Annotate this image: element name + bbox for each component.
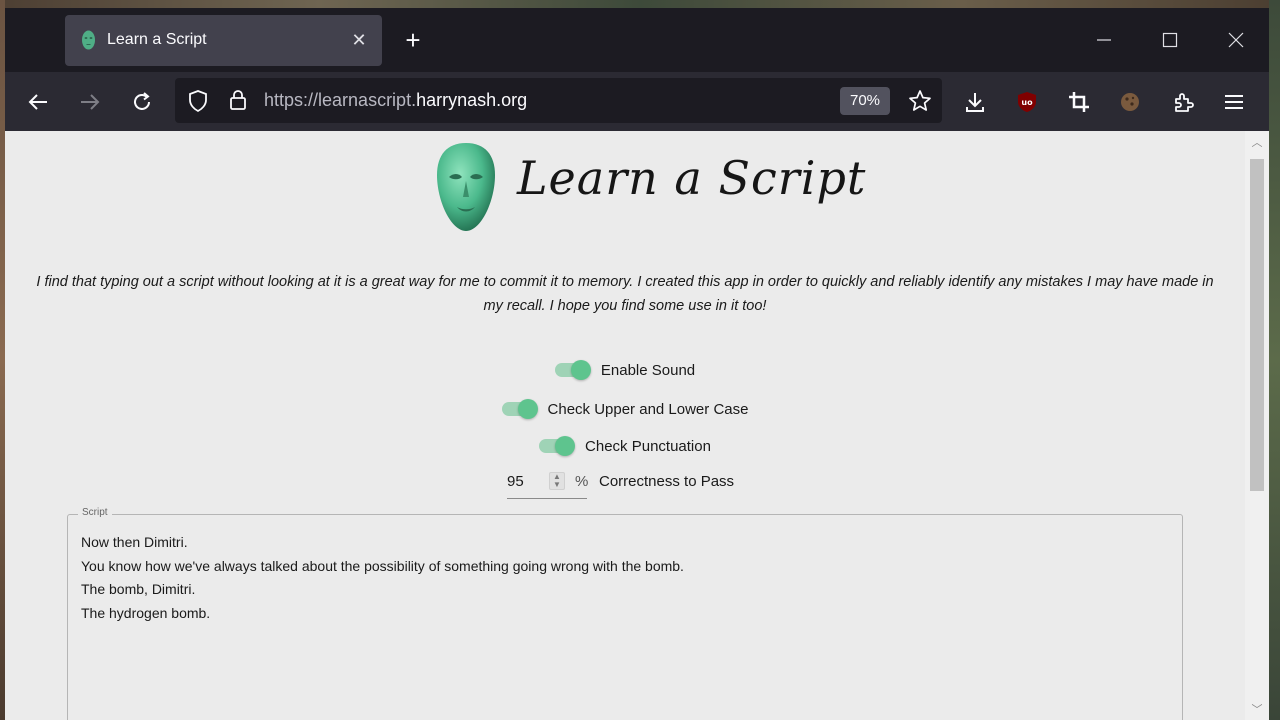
desktop-background-top [0,0,1280,8]
back-arrow-icon[interactable] [21,85,55,119]
ublock-origin-icon[interactable]: uo [1010,85,1044,119]
url-domain: harrynash.org [416,90,528,110]
bookmark-star-icon[interactable] [908,89,932,113]
forward-arrow-icon[interactable] [73,85,107,119]
close-window-icon[interactable] [1216,24,1256,56]
check-punctuation-label: Check Punctuation [585,437,711,455]
navigation-toolbar: https://learnascript.harrynash.org 70% u… [5,72,1269,131]
check-punctuation-toggle[interactable] [539,434,577,458]
intro-paragraph: I find that typing out a script without … [36,274,1214,314]
green-mask-logo-icon [437,143,495,231]
new-tab-plus-icon[interactable]: + [397,26,429,58]
url-text: https://learnascript.harrynash.org [264,90,527,111]
tab-learn-a-script[interactable]: Learn a Script ✕ [65,15,382,66]
crop-tool-icon[interactable] [1062,85,1096,119]
number-spinner-icon[interactable]: ▲ ▼ [549,472,565,490]
browser-window: Learn a Script ✕ + https://learnascript.… [5,8,1269,720]
minimize-icon[interactable] [1084,24,1124,56]
tab-strip: Learn a Script ✕ + [5,8,1269,72]
tab-title: Learn a Script [107,31,207,48]
enable-sound-label: Enable Sound [600,361,696,379]
page-scrollbar[interactable]: ︿ ﹀ [1245,131,1269,720]
check-case-row: Check Upper and Lower Case [5,397,1245,421]
scroll-up-icon[interactable]: ︿ [1250,136,1264,150]
site-logo: Learn a Script [435,137,865,237]
page-content: Learn a Script I find that typing out a … [5,131,1245,720]
script-line: You know how we've always talked about t… [81,557,684,574]
enable-sound-toggle[interactable] [554,358,593,382]
cookie-extension-icon[interactable] [1113,85,1147,119]
lock-icon[interactable] [228,89,248,111]
correctness-label: Correctness to Pass [599,473,735,490]
url-prefix: https://learnascript. [264,90,417,110]
svg-text:uo: uo [1021,98,1033,107]
check-punctuation-row: Check Punctuation [5,434,1245,458]
scroll-down-icon[interactable]: ﹀ [1250,703,1264,717]
check-case-toggle[interactable] [501,397,540,421]
reload-icon[interactable] [125,85,159,119]
extensions-puzzle-icon[interactable] [1166,85,1200,119]
check-case-label: Check Upper and Lower Case [547,400,749,418]
download-icon[interactable] [958,85,992,119]
menu-hamburger-icon[interactable] [1217,85,1251,119]
mask-favicon-icon [82,30,95,50]
script-legend: Script [78,507,112,518]
correctness-value: 95 [507,473,524,490]
site-title: Learn a Script [517,151,867,205]
shield-icon[interactable] [187,89,209,113]
tab-close-icon[interactable]: ✕ [345,26,373,54]
script-line: Now then Dimitri. [81,534,188,550]
script-line: The hydrogen bomb. [81,604,211,621]
maximize-icon[interactable] [1150,24,1190,56]
correctness-row: 95 ▲ ▼ % Correctness to Pass [507,469,767,499]
correctness-input[interactable]: 95 ▲ ▼ % [507,469,589,499]
scroll-thumb[interactable] [1250,159,1264,491]
desktop-background-right [1269,0,1280,720]
script-text: Now then Dimitri. You know how we've alw… [81,531,684,625]
script-textarea[interactable]: Script Now then Dimitri. You know how we… [67,507,1183,720]
enable-sound-row: Enable Sound [5,358,1245,382]
url-bar[interactable]: https://learnascript.harrynash.org 70% [175,78,942,123]
script-line: The bomb, Dimitri. [81,581,196,597]
zoom-level-button[interactable]: 70% [840,87,890,115]
percent-sign: % [575,473,589,490]
